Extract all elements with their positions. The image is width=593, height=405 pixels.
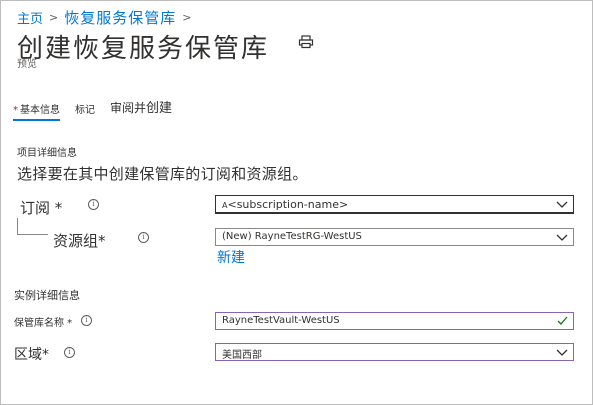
- info-icon[interactable]: i: [138, 232, 149, 243]
- breadcrumb-recovery-vaults-link[interactable]: 恢复服务保管库: [64, 7, 176, 28]
- chevron-down-icon: [556, 201, 568, 208]
- breadcrumb: 主页 > 恢复服务保管库 >: [17, 7, 191, 28]
- vault-name-value: RayneTestVault-WestUS: [222, 315, 340, 326]
- breadcrumb-separator: >: [49, 11, 59, 24]
- region-value: 美国西部: [222, 350, 262, 361]
- info-icon[interactable]: i: [88, 199, 99, 210]
- required-mark: *: [13, 105, 18, 116]
- resource-group-value: (New) RayneTestRG-WestUS: [222, 231, 362, 242]
- tree-connector: [17, 218, 48, 235]
- breadcrumb-home-link[interactable]: 主页: [17, 8, 43, 27]
- info-icon[interactable]: i: [81, 315, 92, 326]
- vault-name-label: 保管库名称 *: [14, 318, 73, 329]
- page-title: 创建恢复服务保管库: [17, 34, 270, 64]
- tab-basics-label: 基本信息: [20, 105, 60, 116]
- chevron-down-icon: [556, 234, 568, 241]
- info-icon[interactable]: i: [64, 347, 75, 358]
- chevron-down-icon: [556, 349, 568, 356]
- checkmark-icon: [557, 316, 568, 325]
- vault-name-input[interactable]: RayneTestVault-WestUS: [215, 312, 574, 330]
- tab-tags[interactable]: 标记: [75, 101, 95, 121]
- tab-review-create-label-part1: 审阅并: [110, 101, 147, 115]
- tab-tags-label: 标记: [75, 105, 95, 116]
- tab-review-create[interactable]: 审阅并创建: [110, 97, 172, 121]
- subscription-label: 订阅 *: [20, 199, 63, 217]
- create-vault-blade: 主页 > 恢复服务保管库 > 创建恢复服务保管库 预览 * 基本信息 标记 审阅并…: [0, 0, 593, 405]
- create-new-resource-group-link[interactable]: 新建: [217, 247, 245, 267]
- region-dropdown[interactable]: 美国西部: [215, 343, 574, 361]
- preview-label: 预览: [17, 59, 37, 70]
- print-icon[interactable]: [298, 35, 314, 49]
- subscription-value: <subscription-name>: [227, 198, 349, 211]
- tab-basics[interactable]: * 基本信息: [13, 101, 60, 121]
- tab-review-create-label-part2: 创建: [146, 101, 173, 116]
- resource-group-label: 资源组*: [53, 232, 106, 250]
- project-details-description: 选择要在其中创建保管库的订阅和资源组。: [17, 165, 308, 183]
- tab-bar: * 基本信息 标记 审阅并创建: [13, 97, 187, 121]
- project-details-heading: 项目详细信息: [17, 148, 77, 159]
- instance-details-heading: 实例详细信息: [14, 289, 80, 302]
- breadcrumb-separator-trailing: >: [182, 11, 192, 24]
- region-label: 区域*: [14, 347, 49, 363]
- subscription-dropdown[interactable]: A<subscription-name>: [215, 195, 574, 214]
- resource-group-dropdown[interactable]: (New) RayneTestRG-WestUS: [215, 228, 574, 246]
